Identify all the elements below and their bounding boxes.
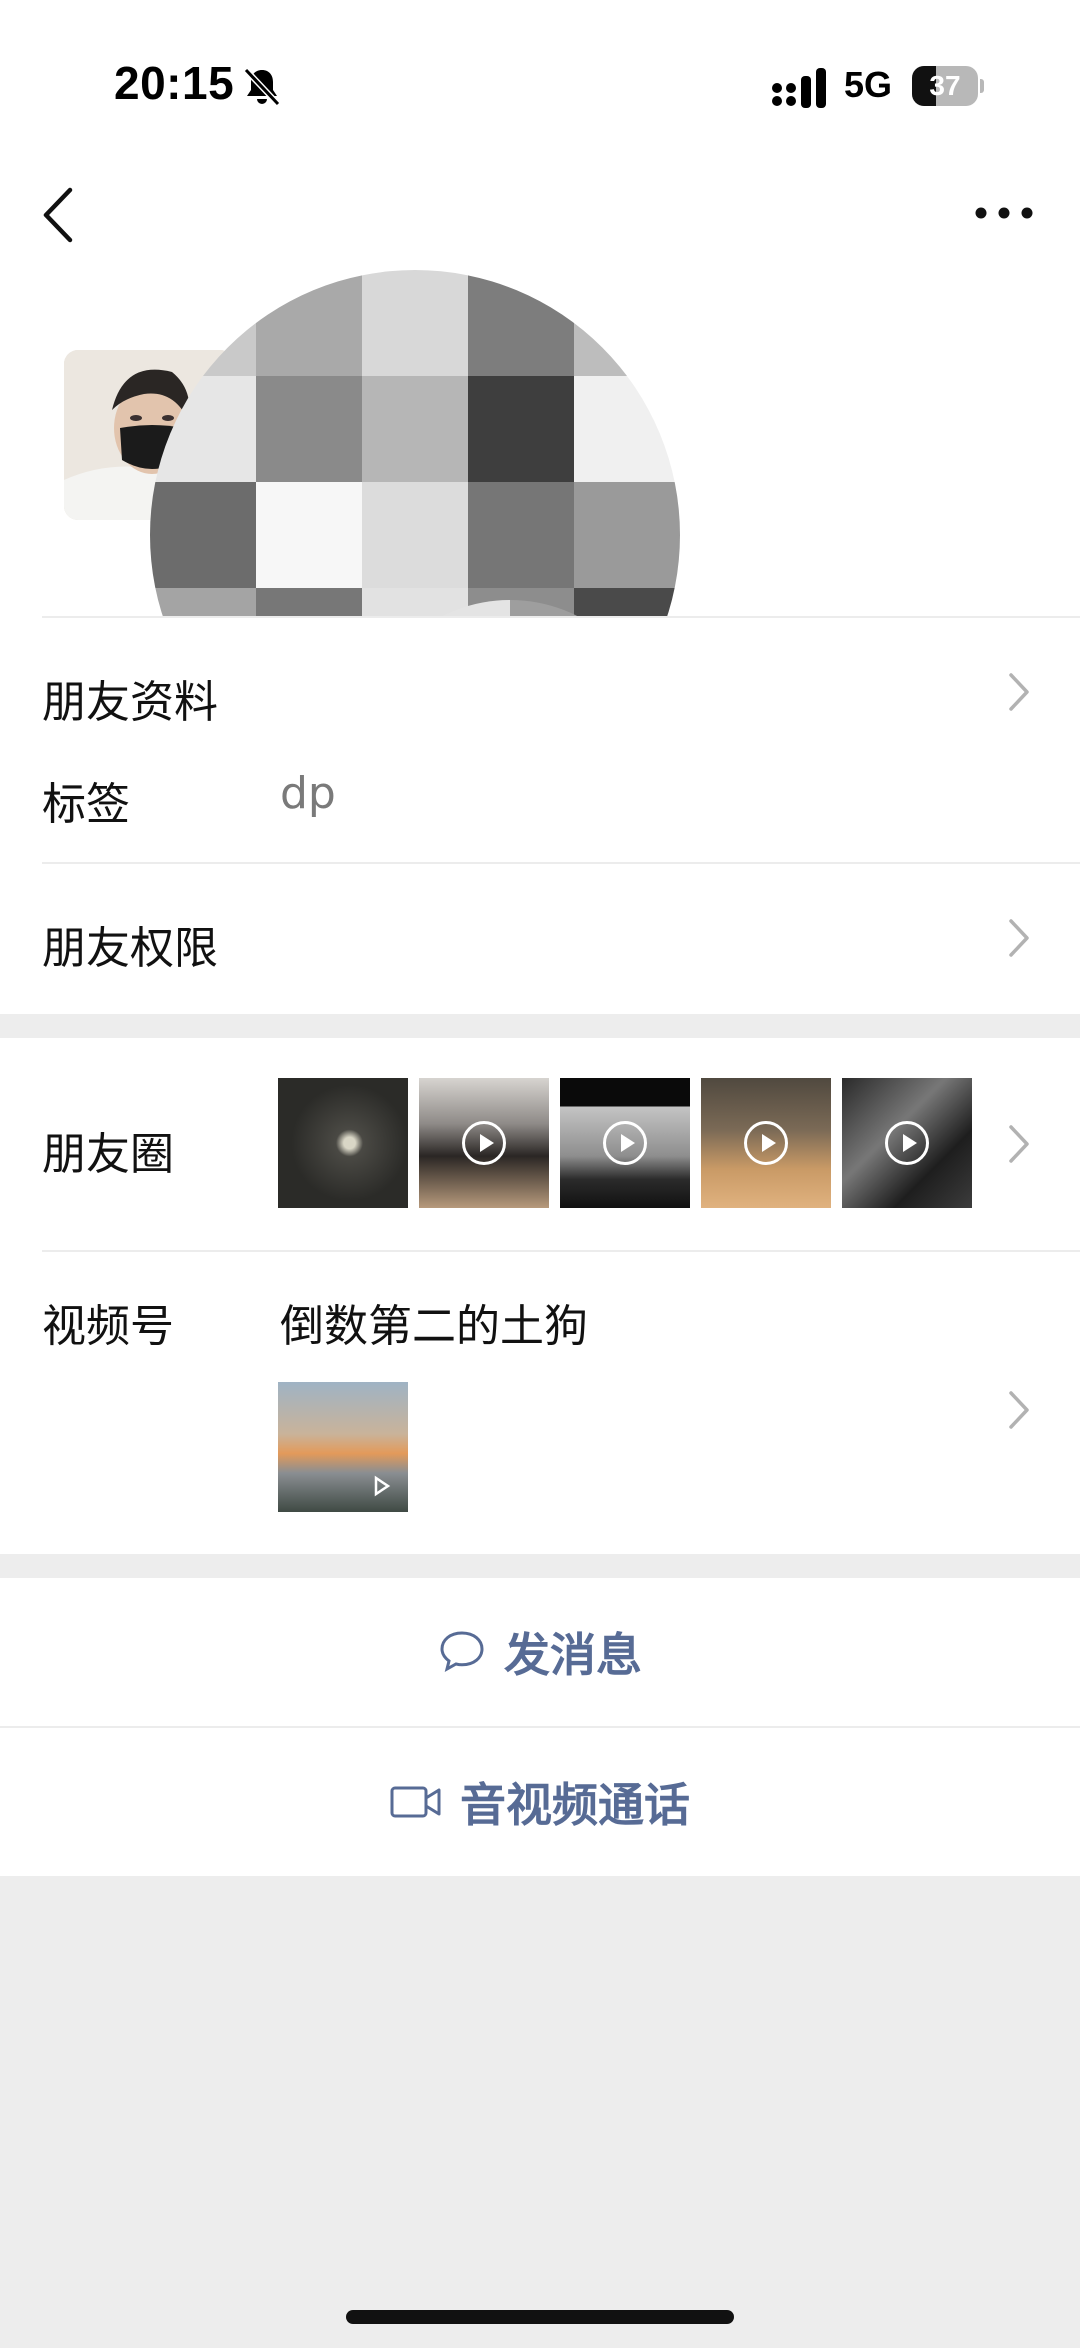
play-icon [462,1121,506,1165]
back-arrow-icon[interactable] [36,182,86,248]
home-indicator[interactable] [346,2310,734,2324]
send-message-label: 发消息 [504,1628,642,1682]
moments-thumbnail [419,1078,549,1208]
battery-icon: 37 [912,66,984,106]
tags-value[interactable]: dp [280,768,336,819]
tags-label: 标签 [42,779,130,830]
bell-off-icon [243,67,281,107]
chevron-right-icon [1009,673,1029,711]
moments-thumbnail [278,1078,408,1208]
chat-bubble-icon [440,1631,484,1672]
play-icon [885,1121,929,1165]
friend-permissions-label: 朋友权限 [42,923,218,974]
friend-info-label: 朋友资料 [42,677,218,728]
more-icon[interactable] [972,198,1036,228]
channel-name: 倒数第二的土狗 [280,1301,588,1352]
social-section: 朋友圈 视频号 倒数第二的土狗 [0,1038,1080,1554]
video-call-button[interactable]: 音视频通话 [0,1728,1080,1876]
channels-row[interactable]: 视频号 倒数第二的土狗 [0,1252,1080,1554]
chevron-right-icon [1009,919,1029,957]
chevron-right-icon [1009,1125,1029,1163]
signal-icon [772,68,826,108]
profile-header [0,150,1080,860]
channels-label: 视频号 [42,1301,174,1352]
info-section: 朋友资料 标签 dp 朋友权限 [0,616,1080,1014]
play-icon [744,1121,788,1165]
send-message-button[interactable]: 发消息 [0,1578,1080,1726]
play-icon [603,1121,647,1165]
friend-permissions-row[interactable]: 朋友权限 [0,864,1080,1014]
friend-info-row[interactable]: 朋友资料 [0,616,1080,766]
play-icon [374,1475,391,1497]
video-camera-icon [390,1786,441,1818]
chevron-right-icon [1009,1391,1029,1429]
battery-percent: 37 [929,70,961,101]
moments-thumbnail [701,1078,831,1208]
network-type: 5G [844,64,893,105]
moments-thumbnail [842,1078,972,1208]
status-time: 20:15 [114,57,235,109]
contact-profile-page: 20:15 5G 37 朋友资料 标签 dp 朋友权限 朋友圈 视频号 倒数第二… [0,0,1080,2348]
moments-thumbnails [278,1078,972,1208]
moments-thumbnail [560,1078,690,1208]
status-bar: 20:15 5G 37 [0,0,1080,150]
moments-label: 朋友圈 [42,1129,174,1180]
channel-thumbnail [278,1382,408,1512]
moments-row[interactable]: 朋友圈 [0,1038,1080,1248]
video-call-label: 音视频通话 [460,1778,690,1832]
